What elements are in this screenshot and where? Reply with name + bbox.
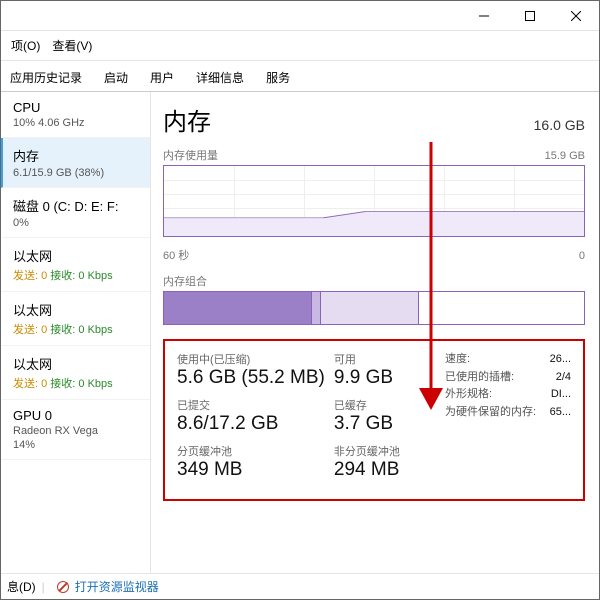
- stat-label: 已缓存: [334, 397, 437, 413]
- sidebar: CPU 10% 4.06 GHz 内存 6.1/15.9 GB (38%) 磁盘…: [1, 92, 151, 573]
- composition-label: 内存组合: [163, 273, 585, 289]
- sidebar-item-sub: Radeon RX Vega: [13, 425, 140, 437]
- sidebar-item-label: 以太网: [13, 246, 140, 265]
- tab-bar: 应用历史记录 启动 用户 详细信息 服务: [1, 61, 599, 92]
- speed-value: 26...: [550, 351, 571, 369]
- kv-label: 速度:: [445, 351, 470, 369]
- nonpaged-pool-value: 294 MB: [334, 459, 437, 481]
- paged-pool-value: 349 MB: [177, 459, 326, 481]
- kv-label: 外形规格:: [445, 386, 492, 404]
- sidebar-item-label: GPU 0: [13, 408, 140, 423]
- stat-label: 已提交: [177, 397, 326, 413]
- composition-graph: [163, 291, 585, 325]
- minimize-button[interactable]: [461, 1, 507, 30]
- tab-services[interactable]: 服务: [255, 62, 301, 92]
- hw-reserved-value: 65...: [550, 404, 571, 422]
- sidebar-item-label: 以太网: [13, 300, 140, 319]
- tab-startup[interactable]: 启动: [93, 62, 139, 92]
- usage-graph-label: 内存使用量: [163, 147, 218, 163]
- sidebar-item-ethernet-3[interactable]: 以太网 发送: 0 接收: 0 Kbps: [1, 346, 150, 400]
- cached-value: 3.7 GB: [334, 413, 437, 435]
- sidebar-item-sub: 14%: [13, 439, 140, 451]
- tab-app-history[interactable]: 应用历史记录: [5, 62, 93, 92]
- graph-x-left: 60 秒: [163, 247, 189, 263]
- close-button[interactable]: [553, 1, 599, 30]
- capacity-value: 16.0 GB: [534, 117, 585, 133]
- stat-label: 非分页缓冲池: [334, 443, 437, 459]
- menu-options[interactable]: 项(O): [7, 35, 44, 56]
- sidebar-item-sub: 发送: 0 接收: 0 Kbps: [13, 267, 140, 283]
- menu-view[interactable]: 查看(V): [48, 35, 96, 56]
- status-detail-toggle[interactable]: 息(D): [7, 578, 36, 595]
- sidebar-item-label: 磁盘 0 (C: D: E: F:: [13, 196, 140, 215]
- stat-label: 分页缓冲池: [177, 443, 326, 459]
- usage-graph: [163, 165, 585, 237]
- tab-details[interactable]: 详细信息: [185, 62, 255, 92]
- slots-value: 2/4: [556, 369, 571, 387]
- sidebar-item-memory[interactable]: 内存 6.1/15.9 GB (38%): [1, 138, 150, 188]
- sidebar-item-label: CPU: [13, 100, 140, 115]
- committed-value: 8.6/17.2 GB: [177, 413, 326, 435]
- usage-graph-max: 15.9 GB: [545, 150, 585, 162]
- form-factor-value: DI...: [551, 386, 571, 404]
- stat-label: 使用中(已压缩): [177, 351, 326, 367]
- status-bar: 息(D) | 打开资源监视器: [1, 573, 599, 599]
- sidebar-item-ethernet-1[interactable]: 以太网 发送: 0 接收: 0 Kbps: [1, 238, 150, 292]
- sidebar-item-cpu[interactable]: CPU 10% 4.06 GHz: [1, 92, 150, 138]
- sidebar-item-label: 以太网: [13, 354, 140, 373]
- available-value: 9.9 GB: [334, 367, 437, 389]
- menu-bar: 项(O) 查看(V): [1, 31, 599, 61]
- sidebar-item-gpu[interactable]: GPU 0 Radeon RX Vega 14%: [1, 400, 150, 460]
- maximize-button[interactable]: [507, 1, 553, 30]
- task-manager-window: 项(O) 查看(V) 应用历史记录 启动 用户 详细信息 服务 CPU 10% …: [0, 0, 600, 600]
- tab-users[interactable]: 用户: [139, 62, 185, 92]
- open-resource-monitor-link[interactable]: 打开资源监视器: [75, 578, 159, 595]
- title-bar: [1, 1, 599, 31]
- sidebar-item-sub: 发送: 0 接收: 0 Kbps: [13, 321, 140, 337]
- sidebar-item-label: 内存: [13, 146, 140, 165]
- sidebar-item-ethernet-2[interactable]: 以太网 发送: 0 接收: 0 Kbps: [1, 292, 150, 346]
- graph-x-right: 0: [579, 250, 585, 262]
- sidebar-item-sub: 0%: [13, 217, 140, 229]
- sidebar-item-sub: 10% 4.06 GHz: [13, 117, 140, 129]
- main-panel: 内存 16.0 GB 内存使用量 15.9 GB 60 秒 0 内存组合: [151, 92, 599, 573]
- stat-label: 可用: [334, 351, 437, 367]
- resource-monitor-icon: [57, 581, 69, 593]
- page-title: 内存: [163, 102, 211, 137]
- sidebar-item-sub: 发送: 0 接收: 0 Kbps: [13, 375, 140, 391]
- sidebar-item-disk[interactable]: 磁盘 0 (C: D: E: F: 0%: [1, 188, 150, 238]
- sidebar-item-sub: 6.1/15.9 GB (38%): [13, 167, 140, 179]
- kv-label: 为硬件保留的内存:: [445, 404, 536, 422]
- stats-box: 使用中(已压缩) 5.6 GB (55.2 MB) 可用 9.9 GB 速度: 2…: [163, 339, 585, 501]
- kv-label: 已使用的插槽:: [445, 369, 514, 387]
- in-use-value: 5.6 GB (55.2 MB): [177, 367, 326, 389]
